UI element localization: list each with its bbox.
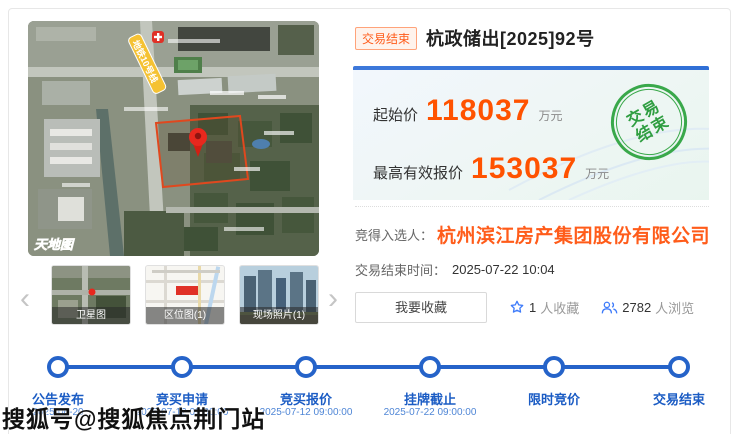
winner-name: 杭州滨江房产集团股份有限公司 bbox=[437, 221, 710, 248]
stamp-text-line2: 结束 bbox=[633, 113, 673, 147]
highest-bid-label: 最高有效报价 bbox=[373, 162, 463, 183]
hospital-icon bbox=[152, 31, 164, 43]
winner-label: 竞得入选人： bbox=[355, 225, 433, 244]
step-date: 2025-07-22 09:00:00 bbox=[360, 407, 500, 418]
price-card: 起始价 118037 万元 最高有效报价 153037 万元 交易 结束 bbox=[353, 70, 709, 200]
start-price-unit: 万元 bbox=[538, 107, 562, 124]
watermark-text: 搜狐号@搜狐焦点荆门站 bbox=[2, 400, 265, 434]
land-auction-page: 地铁10号线 天地图 ‹ 卫星图 bbox=[0, 0, 740, 434]
view-stat: 2782 人浏览 bbox=[601, 298, 694, 317]
start-price-row: 起始价 118037 万元 bbox=[373, 94, 562, 128]
favorite-stat[interactable]: 1 人收藏 bbox=[509, 298, 579, 317]
timeline-node-limited-bid bbox=[543, 356, 565, 378]
content-container: 地铁10号线 天地图 ‹ 卫星图 bbox=[8, 8, 731, 434]
timeline-line bbox=[58, 365, 679, 369]
timeline-node-apply bbox=[171, 356, 193, 378]
thumbnail-label: 卫星图 bbox=[52, 307, 130, 324]
stamp-text-line1: 交易 bbox=[624, 97, 664, 131]
action-row: 我要收藏 1 人收藏 2782 人浏览 bbox=[355, 291, 711, 323]
step-label: 挂牌截止 bbox=[370, 389, 490, 408]
thumbnail-label: 区位图(1) bbox=[146, 307, 224, 324]
viewers-icon bbox=[601, 300, 618, 315]
map-provider-logo: 天地图 bbox=[34, 237, 75, 252]
highest-bid-value: 153037 bbox=[471, 152, 577, 186]
view-suffix: 人浏览 bbox=[655, 298, 694, 317]
prev-arrow-icon[interactable]: ‹ bbox=[15, 279, 35, 319]
star-icon bbox=[509, 299, 525, 315]
next-arrow-icon[interactable]: › bbox=[323, 279, 343, 319]
winner-row: 竞得入选人： 杭州滨江房产集团股份有限公司 bbox=[355, 221, 710, 248]
view-count: 2782 bbox=[622, 300, 651, 315]
satellite-map[interactable]: 地铁10号线 天地图 bbox=[28, 21, 319, 256]
dotted-divider bbox=[355, 206, 709, 207]
favorite-count: 1 bbox=[529, 300, 536, 315]
start-price-label: 起始价 bbox=[373, 104, 418, 125]
highest-bid-unit: 万元 bbox=[585, 165, 609, 182]
timeline-node-listing-end bbox=[419, 356, 441, 378]
favorite-suffix: 人收藏 bbox=[540, 298, 579, 317]
page-title: 杭政储出[2025]92号 bbox=[426, 25, 595, 51]
thumbnail-label: 现场照片(1) bbox=[240, 307, 318, 324]
timeline-node-deal-end bbox=[668, 356, 690, 378]
end-time-value: 2025-07-22 10:04 bbox=[452, 262, 555, 277]
satellite-map-image: 地铁10号线 天地图 bbox=[28, 21, 319, 256]
status-badge: 交易结束 bbox=[355, 27, 417, 50]
step-label: 限时竞价 bbox=[494, 389, 614, 408]
end-time-label: 交易结束时间： bbox=[355, 260, 446, 279]
timeline-node-bid bbox=[295, 356, 317, 378]
thumbnail-site-photo[interactable]: 现场照片(1) bbox=[239, 265, 319, 325]
thumbnail-strip: ‹ 卫星图 bbox=[9, 261, 349, 339]
step-label: 交易结束 bbox=[619, 389, 739, 408]
header-row: 交易结束 杭政储出[2025]92号 bbox=[355, 25, 595, 51]
thumbnail-location-map[interactable]: 区位图(1) bbox=[145, 265, 225, 325]
start-price-value: 118037 bbox=[426, 94, 530, 128]
timeline-node-announce bbox=[47, 356, 69, 378]
thumbnail-satellite[interactable]: 卫星图 bbox=[51, 265, 131, 325]
highest-bid-row: 最高有效报价 153037 万元 bbox=[373, 152, 609, 186]
favorite-button[interactable]: 我要收藏 bbox=[355, 292, 487, 323]
end-time-row: 交易结束时间： 2025-07-22 10:04 bbox=[355, 260, 555, 279]
